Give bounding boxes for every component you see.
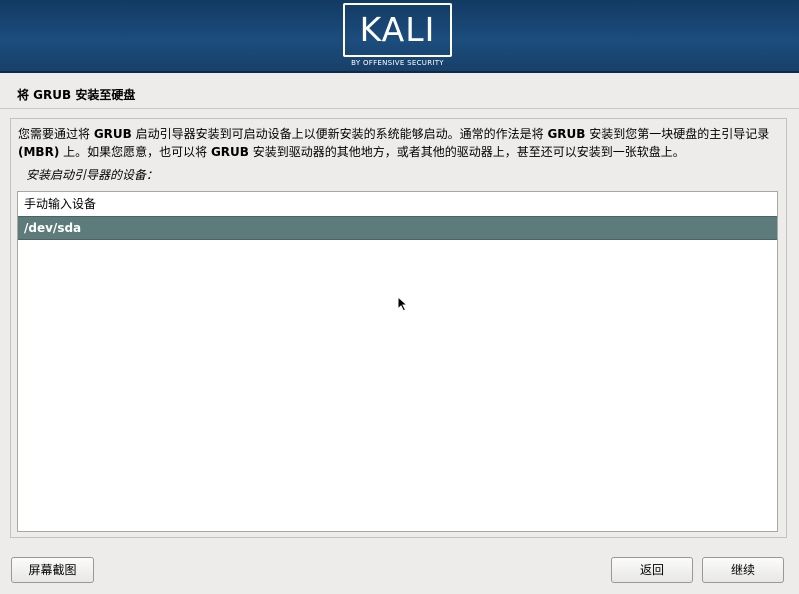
desc-line2-b: 上。如果您愿意，也可以将 xyxy=(59,145,211,159)
mouse-pointer-icon xyxy=(397,296,409,312)
desc-line2-d: 安装到驱动器的其他地方，或者其他的驱动器上，甚至还可以安装到一张软盘上。 xyxy=(248,145,685,159)
desc-grub-1: GRUB xyxy=(93,127,132,141)
title-divider xyxy=(0,108,799,109)
list-item-dev-sda[interactable]: /dev/sda xyxy=(18,216,777,240)
desc-grub-3: GRUB xyxy=(210,145,249,159)
list-item-manual-entry[interactable]: 手动输入设备 xyxy=(18,192,777,216)
kali-logo: KALI xyxy=(343,3,452,57)
device-prompt-label: 安装启动引导器的设备： xyxy=(26,168,159,182)
continue-button[interactable]: 继续 xyxy=(702,557,784,583)
kali-logo-subtitle: BY OFFENSIVE SECURITY xyxy=(351,59,444,67)
desc-line1-e: 安装到您第一块硬盘的主引导记录 xyxy=(585,127,770,141)
device-listbox[interactable]: 手动输入设备 /dev/sda xyxy=(17,191,778,532)
header-banner: KALI BY OFFENSIVE SECURITY xyxy=(0,0,799,73)
description-text: 您需要通过将 GRUB 启动引导器安装到可启动设备上以便新安装的系统能够启动。通… xyxy=(18,125,783,161)
desc-mbr: (MBR) xyxy=(18,145,60,159)
desc-line1-c: 启动引导器安装到可启动设备上以便新安装的系统能够启动。通常的作法是将 xyxy=(131,127,548,141)
desc-grub-2: GRUB xyxy=(547,127,586,141)
back-button[interactable]: 返回 xyxy=(611,557,693,583)
page-title: 将 GRUB 安装至硬盘 xyxy=(17,88,136,102)
screenshot-button[interactable]: 屏幕截图 xyxy=(11,557,94,583)
desc-line1-a: 您需要通过将 xyxy=(18,127,94,141)
